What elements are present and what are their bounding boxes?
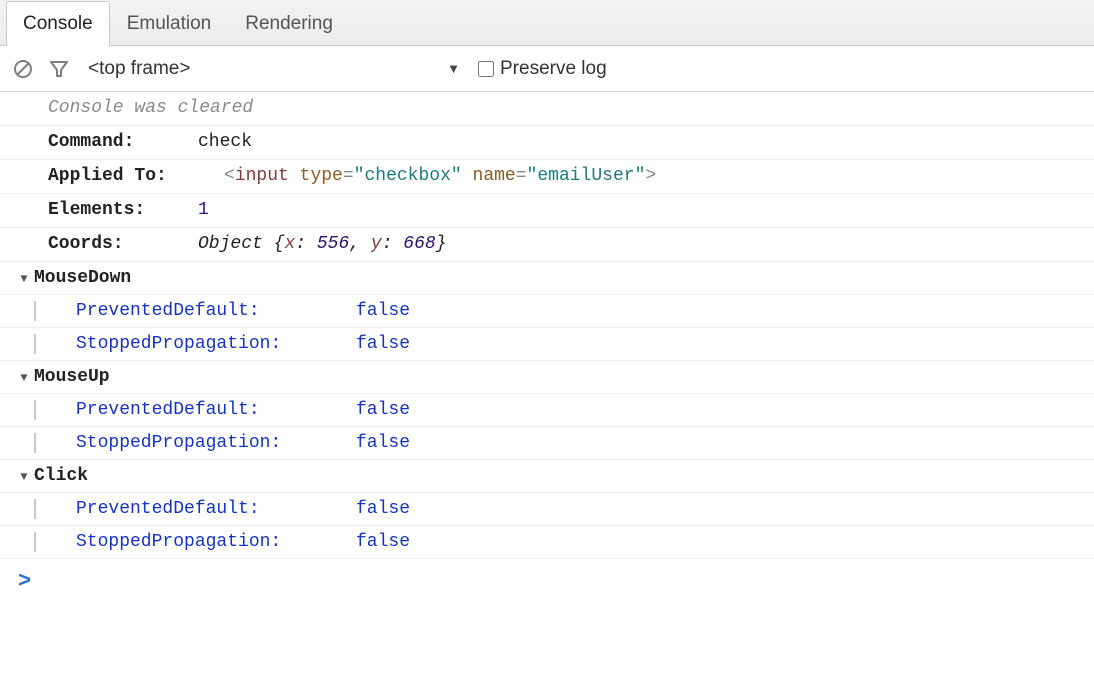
- stopped-propagation-label: StoppedPropagation:: [76, 532, 356, 552]
- mouseup-prevented: PreventedDefault: false: [0, 394, 1094, 427]
- elements-value: 1: [198, 200, 209, 220]
- tree-line: [34, 400, 36, 420]
- click-stopped: StoppedPropagation: false: [0, 526, 1094, 559]
- group-click[interactable]: ▼ Click: [0, 460, 1094, 493]
- group-title: Click: [34, 466, 88, 486]
- preserve-log-label: Preserve log: [500, 58, 607, 80]
- applied-to-label: Applied To:: [48, 166, 198, 186]
- frame-selector-label: <top frame>: [88, 58, 190, 80]
- chevron-down-icon: ▼: [447, 61, 460, 76]
- disclosure-triangle-icon[interactable]: ▼: [14, 470, 34, 484]
- preserve-log-control[interactable]: Preserve log: [478, 58, 607, 80]
- coords-value[interactable]: Object {x: 556, y: 668}: [198, 234, 447, 254]
- elements-label: Elements:: [48, 200, 198, 220]
- disclosure-triangle-icon[interactable]: ▼: [14, 371, 34, 385]
- command-value: check: [198, 132, 252, 152]
- coords-label: Coords:: [48, 234, 198, 254]
- log-coords: Coords: Object {x: 556, y: 668}: [0, 228, 1094, 262]
- preserve-log-checkbox[interactable]: [478, 61, 494, 77]
- group-mousedown[interactable]: ▼ MouseDown: [0, 262, 1094, 295]
- prevented-default-label: PreventedDefault:: [76, 301, 356, 321]
- disclosure-triangle-icon[interactable]: ▼: [14, 272, 34, 286]
- filter-icon[interactable]: [48, 58, 70, 80]
- command-label: Command:: [48, 132, 198, 152]
- tab-emulation[interactable]: Emulation: [110, 1, 229, 46]
- prevented-default-label: PreventedDefault:: [76, 499, 356, 519]
- stopped-propagation-label: StoppedPropagation:: [76, 433, 356, 453]
- stopped-propagation-value: false: [356, 334, 410, 354]
- devtools-tabstrip: Console Emulation Rendering: [0, 0, 1094, 46]
- applied-to-value[interactable]: <input type="checkbox" name="emailUser">: [198, 166, 656, 186]
- tree-line: [34, 334, 36, 354]
- click-prevented: PreventedDefault: false: [0, 493, 1094, 526]
- mousedown-stopped: StoppedPropagation: false: [0, 328, 1094, 361]
- tree-line: [34, 499, 36, 519]
- stopped-propagation-value: false: [356, 433, 410, 453]
- console-log: Console was cleared Command: check Appli…: [0, 92, 1094, 594]
- prevented-default-label: PreventedDefault:: [76, 400, 356, 420]
- tab-console[interactable]: Console: [6, 1, 110, 46]
- log-applied-to: Applied To: <input type="checkbox" name=…: [0, 160, 1094, 194]
- prevented-default-value: false: [356, 400, 410, 420]
- console-prompt[interactable]: >: [0, 559, 1094, 594]
- mousedown-prevented: PreventedDefault: false: [0, 295, 1094, 328]
- stopped-propagation-value: false: [356, 532, 410, 552]
- group-mouseup[interactable]: ▼ MouseUp: [0, 361, 1094, 394]
- tree-line: [34, 433, 36, 453]
- console-cleared-message: Console was cleared: [0, 92, 1094, 126]
- clear-console-icon[interactable]: [12, 58, 34, 80]
- prevented-default-value: false: [356, 301, 410, 321]
- tree-line: [34, 301, 36, 321]
- log-command: Command: check: [0, 126, 1094, 160]
- group-title: MouseUp: [34, 367, 110, 387]
- log-elements: Elements: 1: [0, 194, 1094, 228]
- prompt-caret-icon: >: [18, 569, 31, 594]
- prevented-default-value: false: [356, 499, 410, 519]
- group-title: MouseDown: [34, 268, 131, 288]
- mouseup-stopped: StoppedPropagation: false: [0, 427, 1094, 460]
- stopped-propagation-label: StoppedPropagation:: [76, 334, 356, 354]
- tree-line: [34, 532, 36, 552]
- tab-rendering[interactable]: Rendering: [228, 1, 350, 46]
- frame-selector[interactable]: <top frame> ▼: [84, 56, 464, 82]
- console-toolbar: <top frame> ▼ Preserve log: [0, 46, 1094, 92]
